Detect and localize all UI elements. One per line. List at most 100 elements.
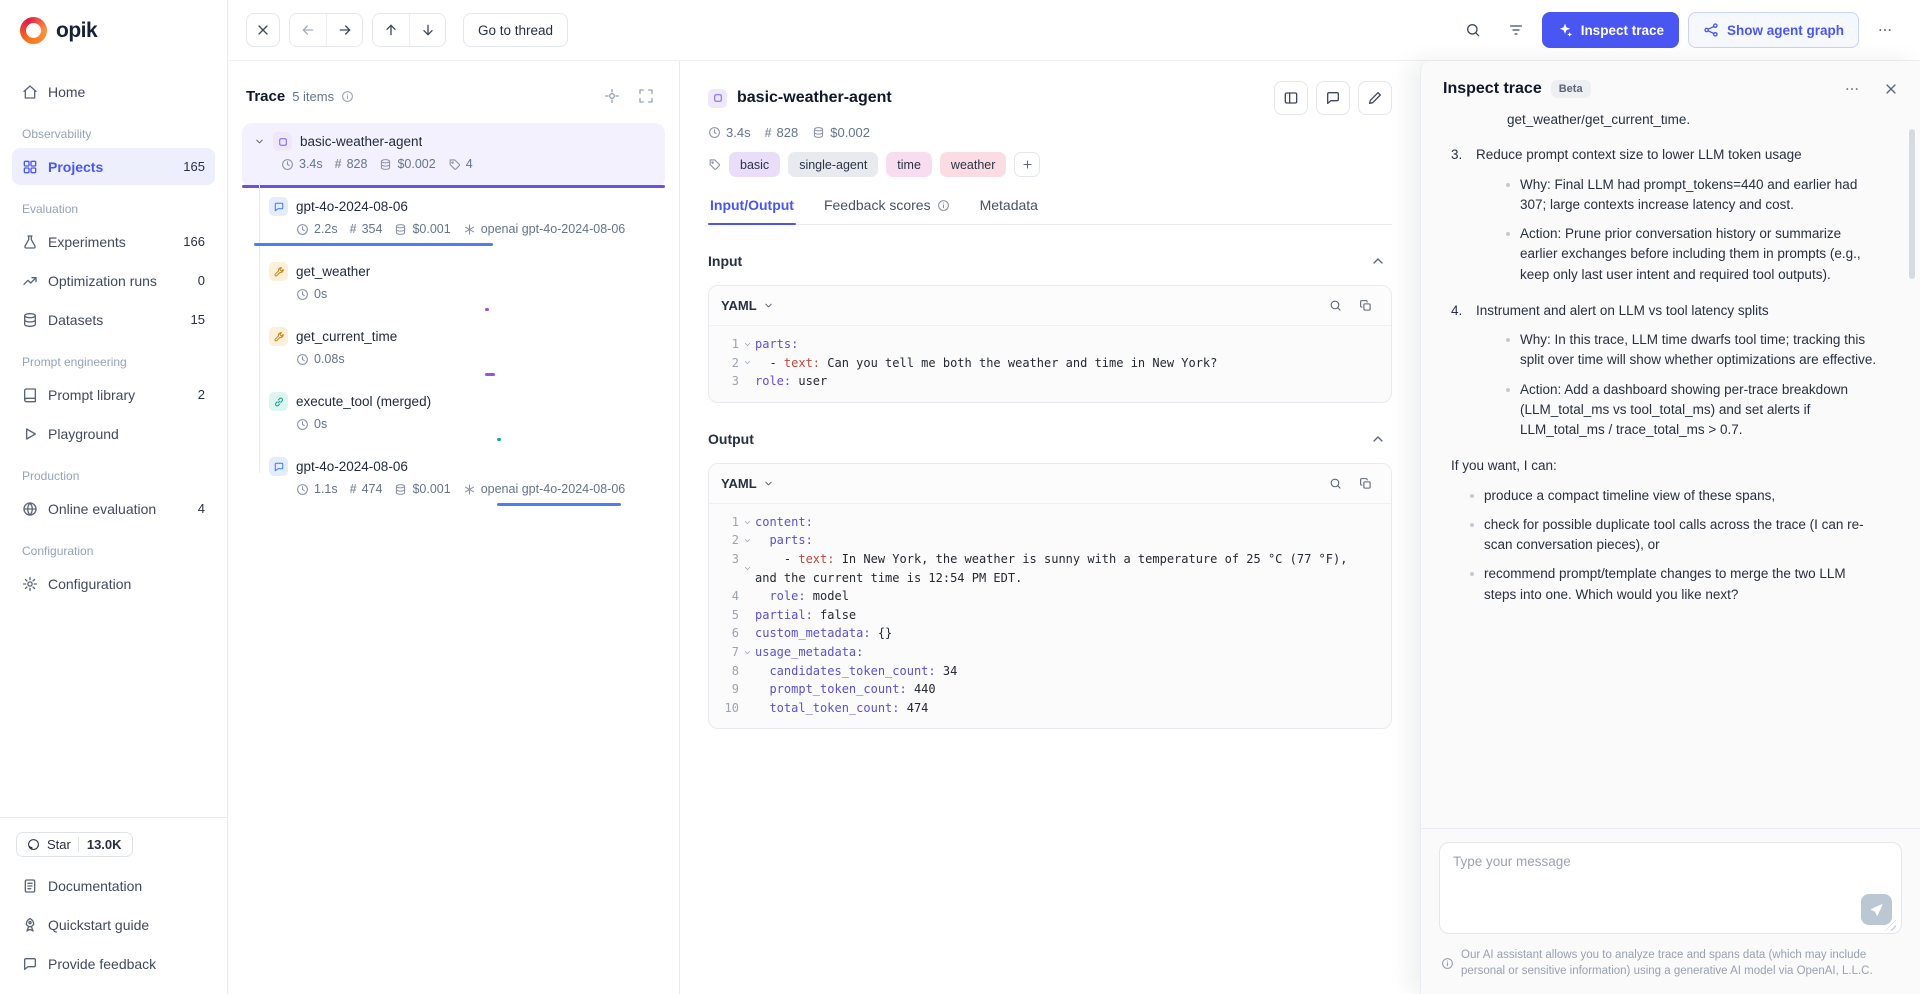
- tag-single-agent[interactable]: single-agent: [788, 152, 878, 177]
- model-icon: [463, 483, 476, 496]
- collapse-input-button[interactable]: [1364, 247, 1392, 275]
- documentation-icon: [22, 878, 38, 894]
- inspect-more-button[interactable]: [1837, 74, 1867, 104]
- inspect-trace-button[interactable]: Inspect trace: [1542, 12, 1679, 48]
- item-number: 4.: [1451, 301, 1467, 321]
- output-code-body[interactable]: 1content:2 parts:3 - text: In New York, …: [709, 504, 1391, 729]
- trace-span-basic-weather-agent[interactable]: basic-weather-agent3.4s#828$0.0024: [242, 123, 665, 188]
- span-stat-value: openai gpt-4o-2024-08-06: [481, 482, 626, 496]
- tab-label: Input/Output: [710, 197, 794, 213]
- trace-nav-group: [289, 13, 363, 47]
- sidebar-item-optimization-runs[interactable]: Optimization runs0: [12, 262, 215, 299]
- square-icon: [277, 136, 289, 148]
- previous-trace-button[interactable]: [290, 14, 326, 46]
- sidebar-item-label: Quickstart guide: [48, 917, 205, 933]
- trace-span-get-weather[interactable]: get_weather0s: [242, 253, 665, 318]
- assistant-message-area[interactable]: get_weather/get_current_time.3.Reduce pr…: [1421, 115, 1920, 828]
- span-stat-value: 828: [347, 157, 368, 171]
- input-format-select[interactable]: YAML: [721, 298, 774, 313]
- trace-span-gpt-4o-2024-08-06[interactable]: gpt-4o-2024-08-062.2s#354$0.001openai gp…: [242, 188, 665, 253]
- output-format-value: YAML: [721, 476, 757, 491]
- fold-spacer: [739, 606, 755, 625]
- span-duration-track: [254, 308, 653, 311]
- sidebar-item-provide-feedback[interactable]: Provide feedback: [12, 945, 215, 982]
- detail-header: basic-weather-agent: [708, 81, 1392, 115]
- fold-toggle-icon[interactable]: [739, 354, 755, 373]
- input-code-tools: [1321, 292, 1379, 320]
- code-line: 1content:: [709, 513, 1381, 532]
- copy-output-button[interactable]: [1351, 469, 1379, 497]
- sidebar-item-documentation[interactable]: Documentation: [12, 867, 215, 904]
- span-duration-bar: [254, 243, 493, 246]
- sidebar: opik HomeObservabilityProjects165Evaluat…: [0, 0, 228, 994]
- annotate-button[interactable]: [1358, 81, 1392, 115]
- input-title: Input: [708, 253, 1364, 269]
- locate-span-button[interactable]: [597, 81, 627, 111]
- tab-metadata[interactable]: Metadata: [978, 197, 1040, 224]
- view-columns-button[interactable]: [1274, 81, 1308, 115]
- close-trace-button[interactable]: [246, 13, 280, 47]
- projects-icon: [22, 159, 38, 175]
- fold-toggle-icon[interactable]: [739, 643, 755, 662]
- clock-icon: [296, 288, 309, 301]
- tab-input-output[interactable]: Input/Output: [708, 197, 796, 224]
- copy-input-button[interactable]: [1351, 292, 1379, 320]
- collapse-output-button[interactable]: [1364, 425, 1392, 453]
- sidebar-item-home[interactable]: Home: [12, 73, 215, 110]
- sidebar-footer: Star13.0KDocumentation Quickstart guide Pr…: [0, 817, 227, 994]
- fold-toggle-icon[interactable]: [739, 513, 755, 532]
- sidebar-item-configuration[interactable]: Configuration: [12, 565, 215, 602]
- tag-weather[interactable]: weather: [940, 152, 1006, 177]
- sidebar-item-experiments[interactable]: Experiments166: [12, 223, 215, 260]
- span-detail-panel: basic-weather-agent 3.4s#828$0.002 basic…: [680, 61, 1420, 994]
- fold-toggle-icon[interactable]: [739, 531, 755, 550]
- trace-span-gpt-4o-2024-08-06[interactable]: gpt-4o-2024-08-061.1s#474$0.001openai gp…: [242, 448, 665, 513]
- tag-basic[interactable]: basic: [729, 152, 780, 177]
- sidebar-item-playground[interactable]: Playground: [12, 415, 215, 452]
- github-star-widget[interactable]: Star13.0K: [12, 830, 215, 865]
- sidebar-item-count: 15: [191, 312, 205, 327]
- sidebar-item-quickstart-guide[interactable]: Quickstart guide: [12, 906, 215, 943]
- sidebar-item-label: Projects: [48, 159, 173, 175]
- fold-toggle-icon[interactable]: [739, 335, 755, 354]
- inspect-close-button[interactable]: [1876, 74, 1906, 104]
- expand-all-button[interactable]: [631, 81, 661, 111]
- tab-feedback-scores[interactable]: Feedback scores: [822, 197, 952, 224]
- online-evaluation-icon: [22, 501, 38, 517]
- fold-toggle-icon[interactable]: [739, 550, 755, 587]
- sidebar-item-datasets[interactable]: Datasets15: [12, 301, 215, 338]
- add-tag-button[interactable]: [1014, 152, 1040, 177]
- assistant-bullet-list: Why: In this trace, LLM time dwarfs tool…: [1445, 330, 1880, 440]
- search-button[interactable]: [1456, 13, 1490, 47]
- trace-span-get-current-time[interactable]: get_current_time0.08s: [242, 318, 665, 383]
- output-format-select[interactable]: YAML: [721, 476, 774, 491]
- feedback-icon: [22, 956, 38, 972]
- input-code-toolbar: YAML: [709, 286, 1391, 326]
- filter-button[interactable]: [1499, 13, 1533, 47]
- cost-icon: [394, 223, 407, 236]
- sidebar-item-projects[interactable]: Projects165: [12, 148, 215, 185]
- more-options-button[interactable]: [1868, 13, 1902, 47]
- search-in-output-button[interactable]: [1321, 469, 1349, 497]
- trace-span-execute-tool-merged[interactable]: execute_tool (merged)0s: [242, 383, 665, 448]
- comments-button[interactable]: [1316, 81, 1350, 115]
- show-agent-graph-button[interactable]: Show agent graph: [1688, 12, 1859, 48]
- send-message-button[interactable]: [1861, 894, 1892, 925]
- view-columns-icon: [1283, 90, 1299, 106]
- scrollbar-thumb[interactable]: [1909, 129, 1915, 279]
- span-stat: 2.2s: [296, 222, 338, 236]
- previous-span-button[interactable]: [373, 14, 409, 46]
- next-trace-button[interactable]: [326, 14, 362, 46]
- search-in-input-button[interactable]: [1321, 292, 1349, 320]
- sidebar-item-online-evaluation[interactable]: Online evaluation4: [12, 490, 215, 527]
- sidebar-item-prompt-library[interactable]: Prompt library2: [12, 376, 215, 413]
- tag-time[interactable]: time: [886, 152, 932, 177]
- inspect-trace-label: Inspect trace: [1581, 23, 1664, 38]
- opik-logo[interactable]: opik: [0, 0, 227, 61]
- sparkle-icon: [1557, 22, 1573, 38]
- go-to-thread-button[interactable]: Go to thread: [463, 13, 568, 47]
- clock-icon: [281, 158, 294, 171]
- input-code-body[interactable]: 1parts:2 - text: Can you tell me both th…: [709, 326, 1391, 402]
- next-span-button[interactable]: [409, 14, 445, 46]
- message-input[interactable]: [1439, 842, 1902, 934]
